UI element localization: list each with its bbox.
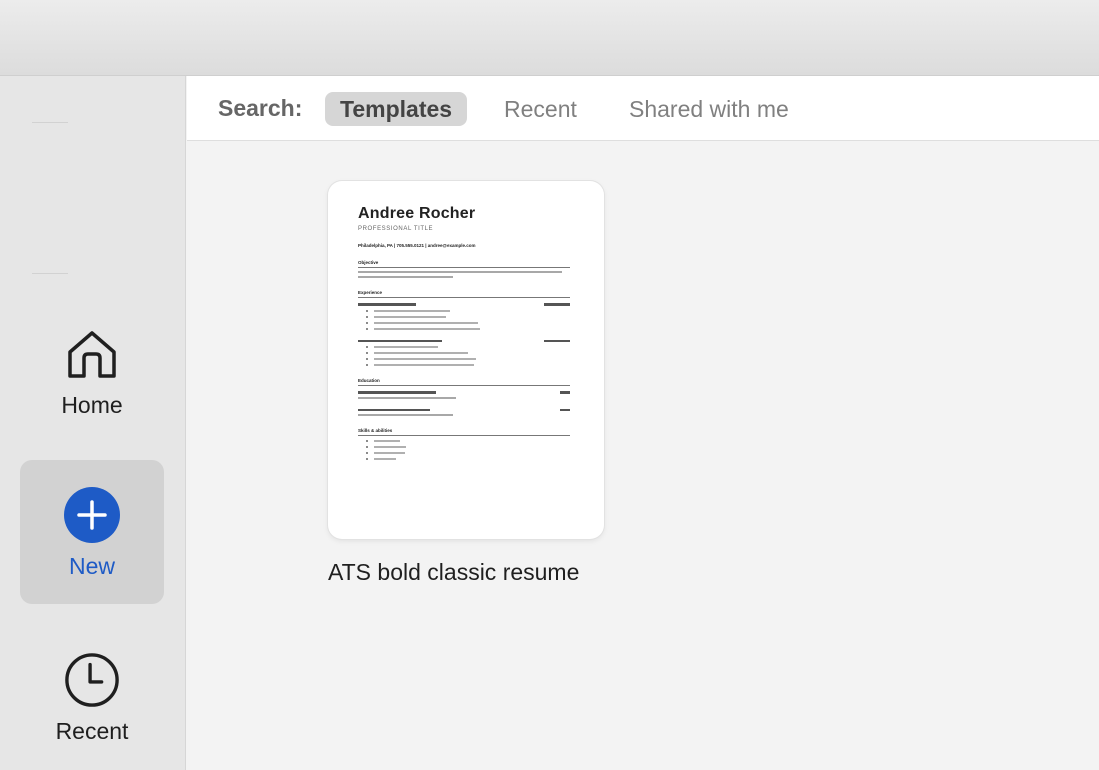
plus-circle-icon [64,487,120,543]
sidebar-divider [32,122,68,123]
sidebar-item-label: New [68,553,115,579]
template-card[interactable]: Andree Rocher PROFESSIONAL TITLE Philade… [328,181,604,539]
tab-shared-with-me[interactable]: Shared with me [614,92,804,126]
template-preview: Andree Rocher PROFESSIONAL TITLE Philade… [358,205,570,460]
preview-section: Experience [358,290,570,366]
sidebar: Home New Recent [0,76,186,770]
sidebar-divider [32,273,68,274]
home-icon [64,326,120,382]
tab-recent[interactable]: Recent [489,92,592,126]
sidebar-item-label: Home [61,392,123,418]
preview-contact: Philadelphia, PA | 705.555.0121 | andree… [358,243,476,248]
search-label: Search: [218,95,303,121]
clock-icon [64,652,120,708]
preview-name: Andree Rocher [358,205,476,222]
search-tabs-bar: Search: Templates Recent Shared with me [187,76,1099,141]
preview-section: Skills & abilities [358,428,570,460]
template-caption[interactable]: ATS bold classic resume [328,559,579,586]
sidebar-item-home[interactable]: Home [20,316,164,460]
sidebar-item-label: Recent [55,718,129,744]
preview-section: Education [358,378,570,416]
sidebar-item-new[interactable]: New [20,460,164,604]
sidebar-item-recent[interactable]: Recent [20,644,164,770]
preview-title: PROFESSIONAL TITLE [358,226,434,232]
preview-section: Objective [358,260,570,278]
tab-templates[interactable]: Templates [325,92,468,126]
window-titlebar [0,0,1099,76]
